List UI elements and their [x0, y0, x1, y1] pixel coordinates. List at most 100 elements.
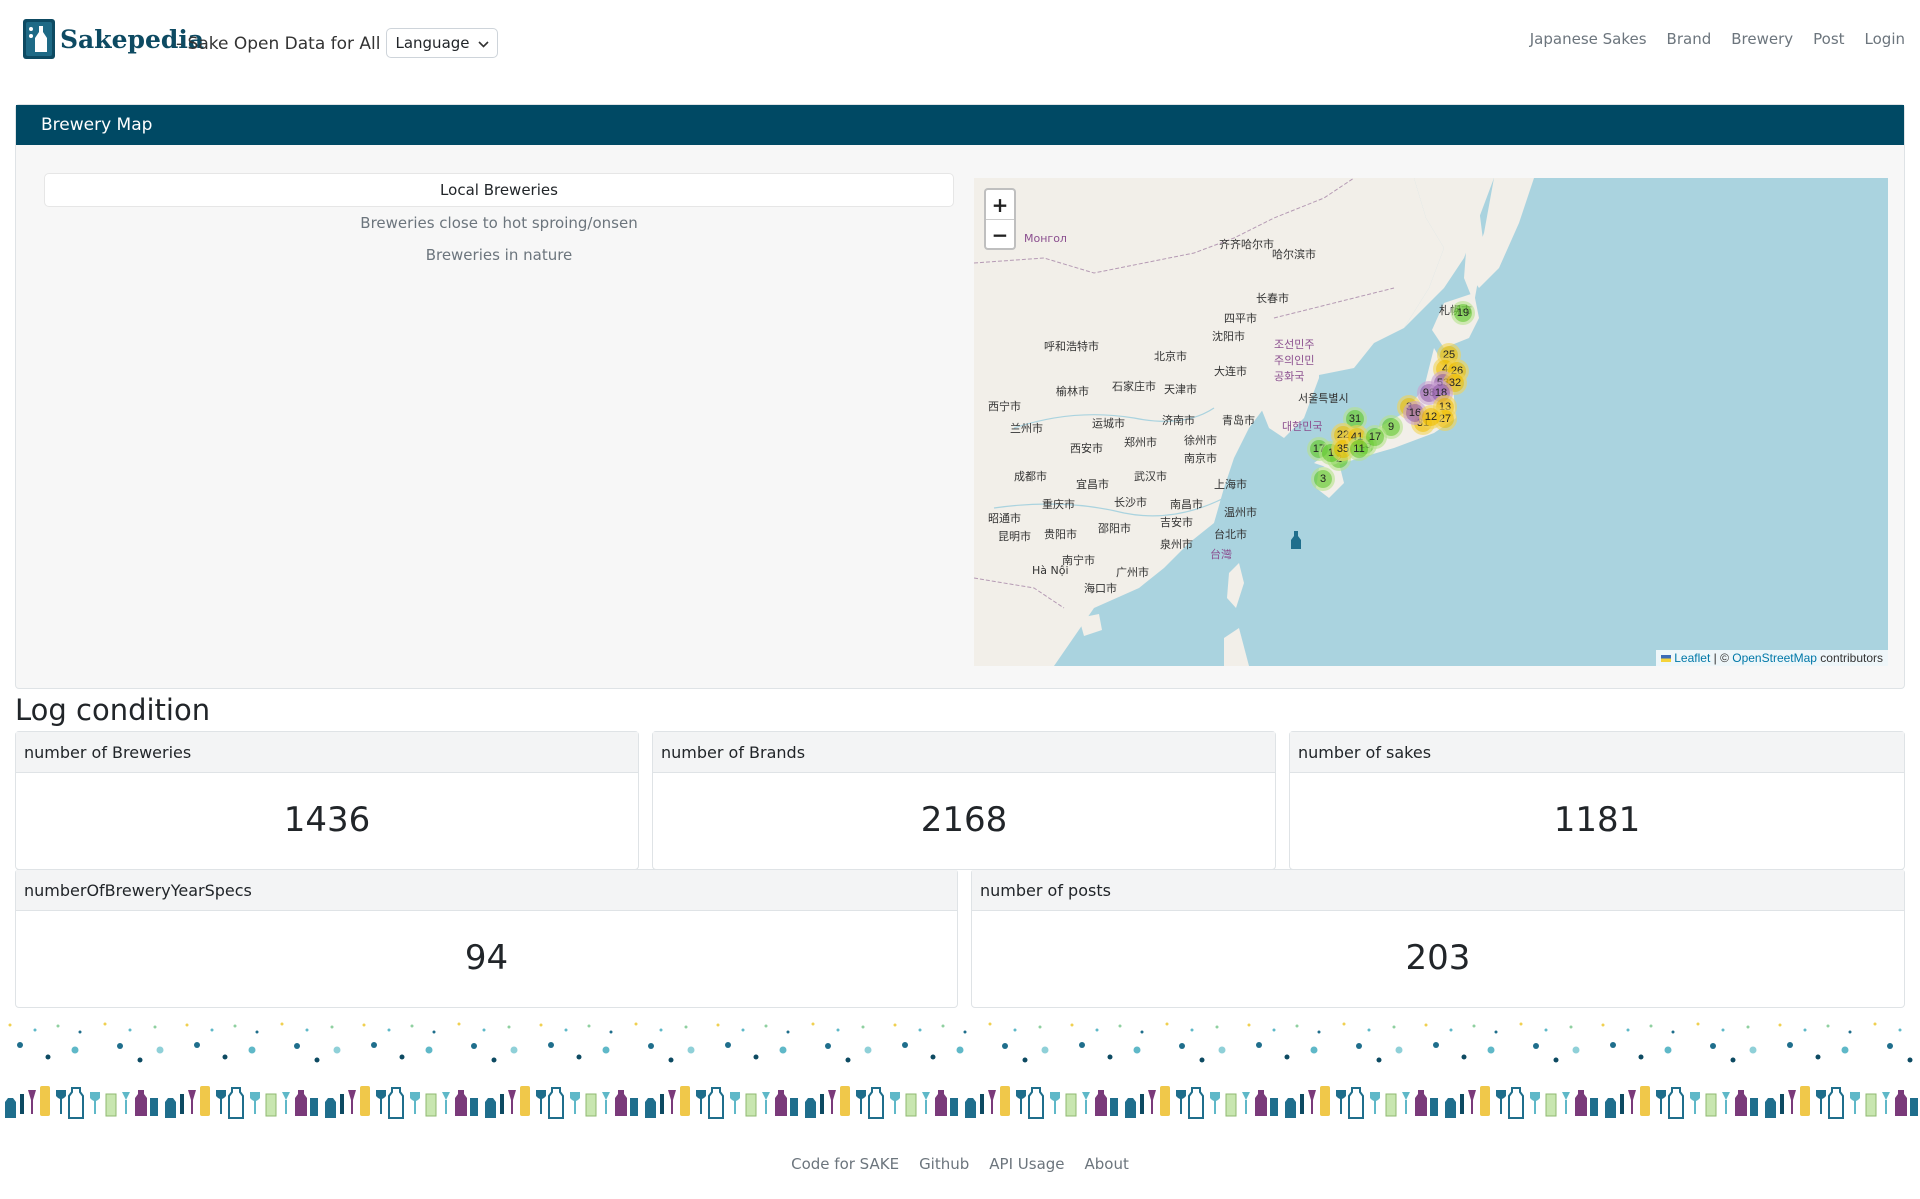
city-label: 长沙市 [1114, 496, 1147, 509]
city-label: 대한민국 [1282, 420, 1323, 433]
stat-value: 2168 [920, 800, 1008, 840]
brewery-map[interactable]: 齐齐哈尔市 哈尔滨市 长春市 四平市 沈阳市 呼和浩特市 北京市 大连市 石家庄… [974, 178, 1888, 666]
decorative-dots-band [0, 1020, 1920, 1065]
city-label: 四平市 [1224, 312, 1257, 325]
city-label: 榆林市 [1056, 385, 1089, 398]
nav-brewery[interactable]: Brewery [1731, 30, 1793, 48]
nav-japanese-sakes[interactable]: Japanese Sakes [1530, 30, 1647, 48]
log-condition-title: Log condition [15, 693, 211, 727]
city-label: 兰州市 [1010, 422, 1043, 435]
city-label: 温州市 [1224, 506, 1257, 519]
filter-nature-breweries[interactable]: Breweries in nature [44, 239, 954, 271]
stat-value: 203 [1405, 938, 1471, 978]
zoom-in-button[interactable]: + [986, 190, 1014, 220]
city-label: 石家庄市 [1112, 380, 1156, 393]
city-label: 哈尔滨市 [1272, 248, 1316, 261]
city-label: 서울특별시 [1298, 392, 1349, 405]
city-label: 邵阳市 [1098, 522, 1131, 535]
stat-label: number of Breweries [16, 732, 638, 773]
city-label: 长春市 [1256, 292, 1289, 305]
city-label: 沈阳市 [1212, 330, 1245, 343]
footer-link-code-for-sake[interactable]: Code for SAKE [791, 1155, 899, 1173]
city-label: 重庆市 [1042, 498, 1075, 511]
city-label: 北京市 [1154, 350, 1187, 363]
brewery-map-card: Brewery Map Local Breweries Breweries cl… [15, 104, 1905, 689]
city-label: 昭通市 [988, 512, 1021, 525]
city-label: 呼和浩特市 [1044, 340, 1099, 353]
brewery-cluster-marker[interactable]: 31 [1346, 410, 1364, 428]
map-attribution: Leaflet | © OpenStreetMap contributors [1655, 650, 1888, 666]
footer-link-github[interactable]: Github [919, 1155, 969, 1173]
city-label: 青岛市 [1222, 414, 1255, 427]
filter-onsen-breweries[interactable]: Breweries close to hot sproing/onsen [44, 207, 954, 239]
stat-value: 1436 [283, 800, 371, 840]
city-label: 南京市 [1184, 452, 1217, 465]
city-label: 贵阳市 [1044, 528, 1077, 541]
city-label: 西宁市 [988, 400, 1021, 413]
city-label: 运城市 [1092, 417, 1125, 430]
stat-label: numberOfBreweryYearSpecs [16, 870, 957, 911]
brewery-cluster-marker[interactable]: 19 [1454, 304, 1472, 322]
main-nav: Japanese Sakes Brand Brewery Post Login [1530, 30, 1905, 48]
stat-value: 1181 [1553, 800, 1641, 840]
leaflet-link[interactable]: Leaflet [1674, 651, 1710, 665]
stat-card-sakes: number of sakes 1181 [1289, 731, 1905, 870]
stat-label: number of posts [972, 870, 1904, 911]
stat-card-brewery-year-specs: numberOfBreweryYearSpecs 94 [15, 869, 958, 1008]
city-label: 泉州市 [1160, 538, 1193, 551]
city-label: 吉安市 [1160, 516, 1193, 529]
nav-login[interactable]: Login [1865, 30, 1905, 48]
osm-link[interactable]: OpenStreetMap [1732, 651, 1817, 665]
attribution-suffix: contributors [1816, 651, 1883, 665]
brewery-cluster-marker[interactable]: 9 [1382, 418, 1400, 436]
footer-link-about[interactable]: About [1085, 1155, 1129, 1173]
city-label: 广州市 [1116, 566, 1149, 579]
city-label: 海口市 [1084, 582, 1117, 595]
city-label: Монгол [1024, 232, 1067, 245]
brewery-cluster-marker[interactable]: 3 [1314, 470, 1332, 488]
chevron-down-icon [477, 34, 489, 52]
city-label: 徐州市 [1184, 434, 1217, 447]
footer-link-api-usage[interactable]: API Usage [989, 1155, 1064, 1173]
decorative-bottles-band [0, 1080, 1920, 1120]
brewery-map-header: Brewery Map [16, 105, 1904, 145]
city-label: 西安市 [1070, 442, 1103, 455]
site-header: Sakepedia - Sake Open Data for All Langu… [0, 0, 1920, 90]
city-label: 台灣 [1210, 548, 1232, 561]
sake-bottle-logo-icon [23, 19, 55, 59]
sake-bottle-marker-icon[interactable] [1288, 530, 1304, 554]
city-label: Hà Nội [1032, 564, 1069, 577]
language-label: Language [395, 34, 470, 52]
stat-value: 94 [464, 938, 509, 978]
attribution-separator: | © [1710, 651, 1733, 665]
city-label: 天津市 [1164, 383, 1197, 396]
brewery-map-title: Brewery Map [41, 115, 153, 135]
city-label: 大连市 [1214, 365, 1247, 378]
filter-local-breweries[interactable]: Local Breweries [44, 173, 954, 207]
city-label: 武汉市 [1134, 470, 1167, 483]
city-label: 上海市 [1214, 478, 1247, 491]
nav-post[interactable]: Post [1813, 30, 1844, 48]
language-dropdown[interactable]: Language [386, 28, 498, 58]
site-footer: Code for SAKE Github API Usage About [0, 1155, 1920, 1173]
brewery-cluster-marker[interactable]: 12 [1422, 408, 1440, 426]
zoom-out-button[interactable]: − [986, 220, 1014, 249]
ukraine-flag-icon [1660, 655, 1671, 663]
stat-label: number of sakes [1290, 732, 1904, 773]
city-label: 台北市 [1214, 528, 1247, 541]
stat-card-breweries: number of Breweries 1436 [15, 731, 639, 870]
city-label: 成都市 [1014, 470, 1047, 483]
city-label: 齐齐哈尔市 [1219, 238, 1274, 251]
brewery-cluster-marker[interactable]: 16 [1406, 404, 1424, 422]
map-zoom-control: + − [984, 188, 1016, 250]
nav-brand[interactable]: Brand [1667, 30, 1712, 48]
stat-label: number of Brands [653, 732, 1275, 773]
stat-card-brands: number of Brands 2168 [652, 731, 1276, 870]
city-label: 조선민주주의인민공화국 [1274, 338, 1315, 383]
city-label: 济南市 [1162, 414, 1195, 427]
city-label: 郑州市 [1124, 436, 1157, 449]
brewery-cluster-marker[interactable]: 17 [1366, 428, 1384, 446]
stat-card-posts: number of posts 203 [971, 869, 1905, 1008]
brewery-cluster-marker[interactable]: 11 [1350, 440, 1368, 458]
city-label: 昆明市 [998, 530, 1031, 543]
